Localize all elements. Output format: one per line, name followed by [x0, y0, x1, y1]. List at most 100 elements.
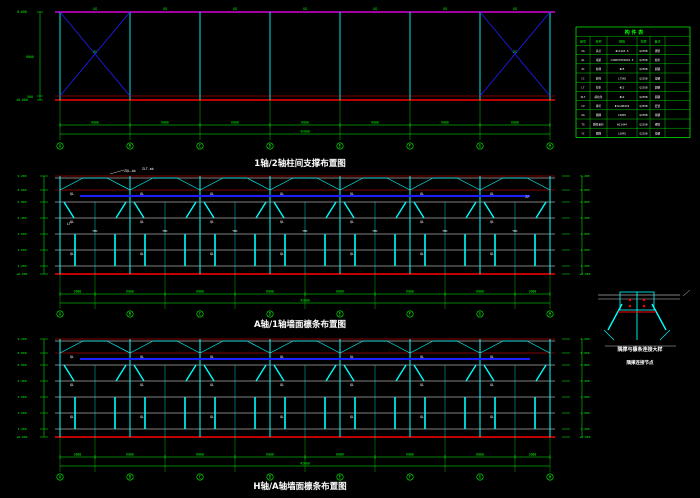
bay-dim-value: 6000: [266, 290, 274, 294]
detail-brace-end: [659, 329, 671, 341]
elev-label-right: 1.200: [580, 264, 589, 268]
tie-label: XG: [513, 7, 517, 11]
elev-label-right: 6.800: [580, 363, 589, 367]
tie-brace: [106, 340, 131, 354]
table-cell: Φ12: [620, 86, 625, 90]
table-cell: XG: [581, 49, 585, 53]
tie-label: XG: [303, 7, 307, 11]
bay-dim-value: 6000: [476, 290, 484, 294]
elev-label-right: 5.400: [580, 379, 589, 383]
door-label: YMC: [512, 229, 518, 233]
door-label: YMC: [92, 229, 98, 233]
axis-label: F: [409, 475, 412, 480]
tie-brace: [409, 340, 434, 354]
table-cell: Φ12: [620, 95, 625, 99]
table-cell: Q235B: [639, 86, 647, 90]
table-cell: L50X5: [618, 132, 626, 136]
bay-dim-value: 6000: [196, 453, 204, 457]
tie-brace: [246, 177, 271, 191]
knee-brace: [325, 201, 337, 219]
tie-label: XG: [443, 7, 447, 11]
purlin-label: QL: [70, 355, 74, 359]
purlin-label: QL: [420, 415, 424, 419]
knee-brace: [395, 364, 407, 382]
tie-brace: [129, 340, 154, 354]
table-cell: Q235B: [639, 132, 647, 136]
purlin-label: QL: [70, 252, 74, 256]
purlin-label: QL: [280, 252, 284, 256]
table-cell: 角钢: [655, 113, 661, 117]
table-cell: 檩条: [655, 58, 661, 62]
table-cell: 撑杆: [596, 104, 602, 108]
axis-label: D: [269, 475, 272, 480]
elevation-label: 8.000: [17, 10, 27, 14]
axis-label: C: [199, 144, 202, 149]
knee-brace: [483, 201, 495, 219]
height-value: 500: [27, 95, 33, 99]
table-cell: 系杆: [596, 49, 602, 53]
table-cell: 角钢: [655, 132, 661, 136]
purlin-label: QL: [210, 220, 214, 224]
elev-label-left: 8.000: [17, 188, 26, 192]
table-cell: GG: [581, 113, 585, 117]
purlin-label: QL: [280, 383, 284, 387]
axis-label: E: [339, 144, 342, 149]
elev-label-right: 4.000: [580, 232, 589, 236]
table-cell: 斜拉条: [594, 95, 602, 99]
table-title: 构 件 表: [625, 29, 644, 36]
table-cell: YC: [581, 132, 585, 136]
axis-label: G: [479, 144, 482, 149]
elev-label-right: 1.200: [580, 427, 589, 431]
table-cell: 拉条: [596, 86, 602, 90]
height-value: 8000: [26, 55, 34, 59]
tie-brace: [269, 340, 294, 354]
total-dim-value: 42000: [300, 462, 310, 466]
elev-label-left: 2.600: [17, 248, 26, 252]
purlin-label: QL: [210, 383, 214, 387]
axis-label: E: [339, 475, 342, 480]
tie-brace: [526, 340, 551, 354]
tie-label: XG: [163, 7, 167, 11]
elev-label-left: 1.200: [17, 264, 26, 268]
connection-detail: [598, 289, 691, 347]
tie-brace: [129, 177, 154, 191]
elev-label-right: 5.400: [580, 216, 589, 220]
elev-label-left: 2.600: [17, 411, 26, 415]
elevation-label: ±0.000: [16, 98, 28, 102]
table-cell: 檩托: [596, 76, 602, 80]
table-header-cell: 编号: [580, 39, 586, 44]
elev-label-right: 6.800: [580, 200, 589, 204]
elev-label-right: 2.600: [580, 411, 589, 415]
tie-label: XG: [373, 7, 377, 11]
tie-brace: [386, 340, 411, 354]
elev-label-left: 5.400: [17, 216, 26, 220]
axis-label: D: [269, 312, 272, 317]
axis-label: C: [199, 475, 202, 480]
table-header-cell: 规格: [619, 39, 625, 44]
bay-dim-value: 6000: [126, 453, 134, 457]
bay-dim-value: 6000: [126, 290, 134, 294]
knee-brace: [255, 201, 267, 219]
purlin-label: QL: [70, 192, 74, 196]
knee-brace: [535, 201, 547, 219]
purlin-label: QL: [140, 220, 144, 224]
elevation-view-2: QL QL QL YMC QL QL QL YMC QL QL QL YMC QL QL QL YMC QL QL…: [17, 167, 591, 318]
bay-dim-value: 6000: [301, 121, 309, 125]
purlin-label: QL: [350, 383, 354, 387]
note-leader: [109, 169, 125, 175]
knee-brace: [413, 364, 425, 382]
knee-brace: [273, 201, 285, 219]
purlin-label: QL: [490, 383, 494, 387]
axis-label: C: [199, 312, 202, 317]
elev-label-right: ±0.000: [580, 435, 591, 439]
table-cell: Φ12+Φ32X2: [615, 104, 630, 108]
elev-label-left: ±0.000: [17, 435, 28, 439]
knee-brace: [465, 364, 477, 382]
knee-brace: [63, 364, 75, 382]
elev-label-left: 5.400: [17, 379, 26, 383]
bay-dim-value: 6000: [406, 290, 414, 294]
axis-label: G: [479, 312, 482, 317]
knee-brace: [483, 364, 495, 382]
view3-title: H轴/A轴墙面檩条布置图: [253, 481, 346, 492]
elev-label-left: 1.200: [17, 427, 26, 431]
